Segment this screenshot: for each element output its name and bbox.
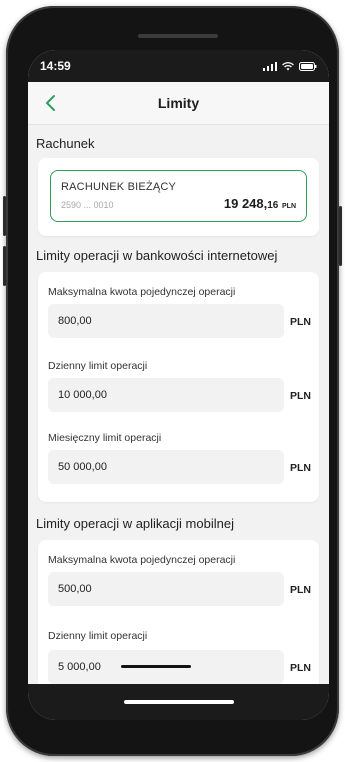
power-button	[339, 206, 342, 266]
main-content[interactable]: Rachunek RACHUNEK BIEŻĄCY 2590 ... 0010 …	[28, 124, 329, 684]
volume-down-button	[3, 246, 6, 286]
balance-integer: 19 248,	[223, 196, 268, 211]
chevron-left-icon	[45, 95, 55, 111]
currency-label: PLN	[290, 316, 311, 328]
field-label: Dzienny limit operacji	[48, 360, 148, 372]
account-selector[interactable]: RACHUNEK BIEŻĄCY 2590 ... 0010 19 248,16…	[50, 170, 307, 222]
account-number: 2590 ... 0010	[61, 200, 114, 210]
max-single-operation-input[interactable]: 800,00	[48, 304, 284, 338]
mobile-limits-card: Maksymalna kwota pojedynczej operacji 50…	[38, 540, 319, 684]
currency-label: PLN	[290, 390, 311, 402]
account-card: RACHUNEK BIEŻĄCY 2590 ... 0010 19 248,16…	[38, 158, 319, 236]
scroll-indicator	[121, 665, 191, 668]
status-time: 14:59	[40, 59, 71, 73]
currency-label: PLN	[290, 462, 311, 474]
account-balance: 19 248,16 PLN	[224, 196, 296, 211]
internet-limits-card: Maksymalna kwota pojedynczej operacji 80…	[38, 272, 319, 502]
status-bar: 14:59	[28, 50, 329, 82]
currency-label: PLN	[290, 584, 311, 596]
header: Limity	[28, 82, 329, 124]
wifi-icon	[282, 61, 294, 70]
currency-label: PLN	[290, 662, 311, 674]
field-label: Dzienny limit operacji	[48, 630, 148, 642]
battery-icon	[299, 61, 317, 71]
daily-limit-input[interactable]: 10 000,00	[48, 378, 284, 412]
status-icons	[263, 61, 317, 71]
mobile-limits-title: Limity operacji w aplikacji mobilnej	[36, 516, 234, 531]
internet-limits-title: Limity operacji w bankowości internetowe…	[36, 248, 278, 263]
account-name: RACHUNEK BIEŻĄCY	[61, 181, 177, 193]
volume-up-button	[3, 196, 6, 236]
field-label: Miesięczny limit operacji	[48, 432, 162, 444]
mobile-max-single-operation-input[interactable]: 500,00	[48, 572, 284, 606]
bottom-bar	[28, 684, 329, 720]
phone-frame: 14:59 Limity Rachunek RACHUNEK BIEŻĄCY 2…	[3, 6, 342, 756]
monthly-limit-input[interactable]: 50 000,00	[48, 450, 284, 484]
field-label: Maksymalna kwota pojedynczej operacji	[48, 554, 236, 566]
signal-icon	[263, 61, 277, 71]
balance-decimal: 16	[267, 200, 279, 211]
account-section-label: Rachunek	[36, 136, 95, 151]
balance-currency: PLN	[282, 203, 296, 210]
home-indicator[interactable]	[124, 700, 234, 704]
speaker-grille	[138, 34, 218, 38]
page-title: Limity	[157, 95, 200, 111]
field-label: Maksymalna kwota pojedynczej operacji	[48, 286, 236, 298]
back-button[interactable]	[40, 92, 62, 114]
phone-screen: 14:59 Limity Rachunek RACHUNEK BIEŻĄCY 2…	[28, 50, 329, 720]
